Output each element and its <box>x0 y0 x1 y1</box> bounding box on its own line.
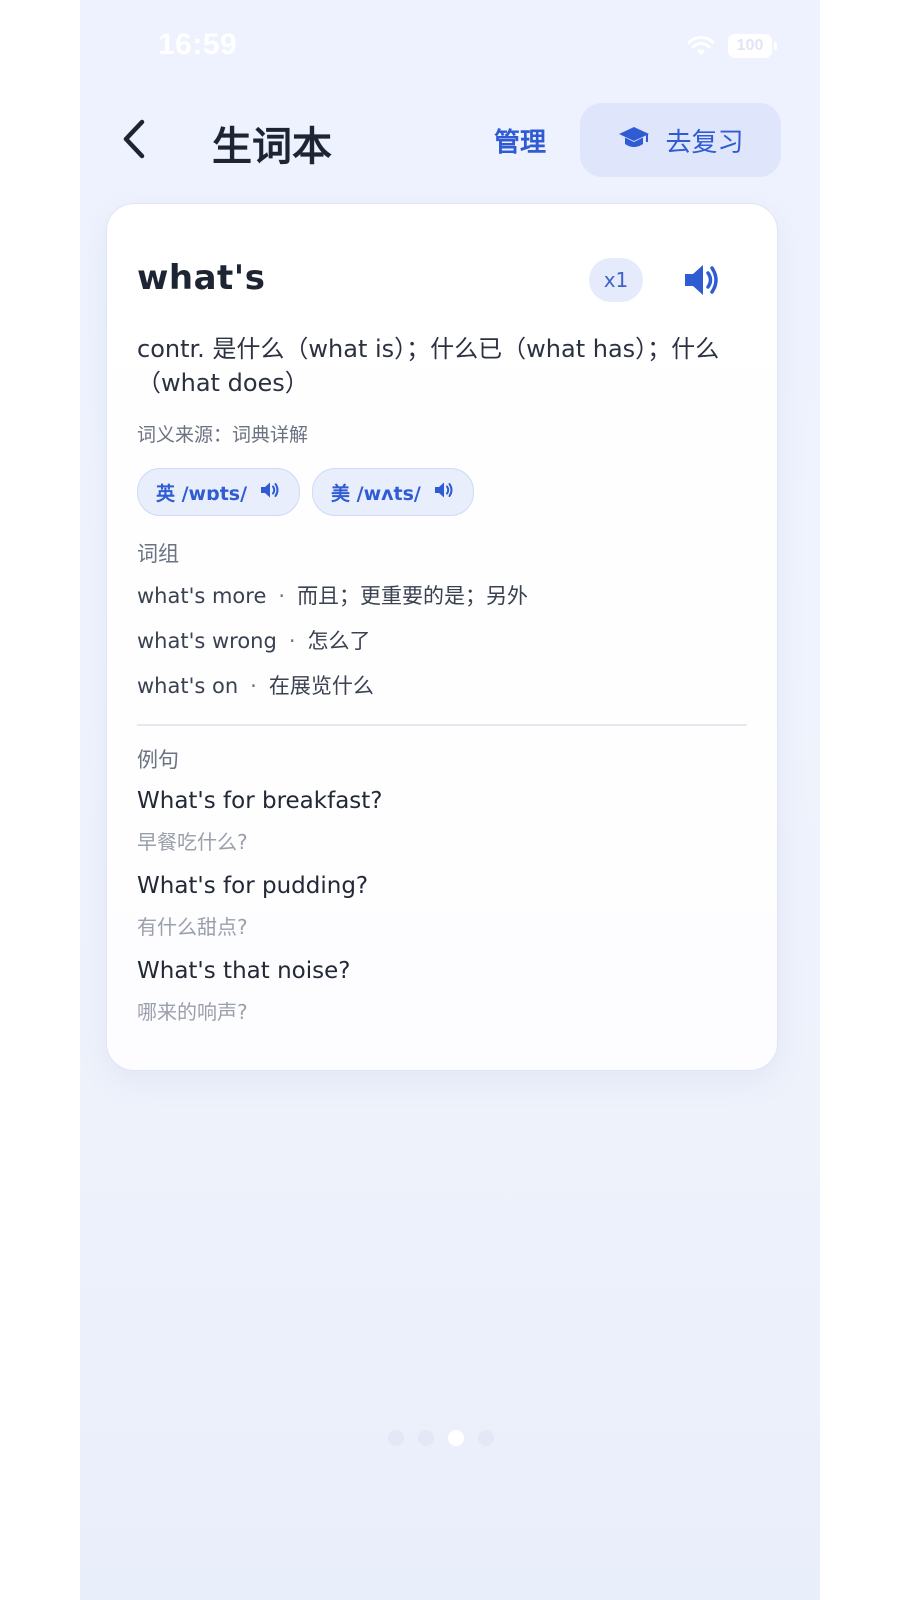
count-badge: x1 <box>589 258 643 302</box>
phonetics-row: 英 /wɒts/ 美 /wʌts/ <box>137 468 474 516</box>
phrase-en: what's more <box>137 584 267 608</box>
example-sentence-zh: 哪来的响声? <box>137 1000 248 1024</box>
word-card: what's x1 contr. 是什么（what is）；什么已（what h… <box>106 203 778 1071</box>
phonetic-uk-text: 英 /wɒts/ <box>156 482 248 505</box>
status-indicators: 100 <box>686 34 777 58</box>
page-dot[interactable] <box>418 1430 434 1446</box>
page-dot-active[interactable] <box>448 1430 464 1446</box>
phrase-item: what's on · 在展览什么 <box>137 670 374 700</box>
graduation-cap-icon <box>617 124 651 156</box>
phrase-separator: · <box>250 674 257 698</box>
wifi-icon <box>686 35 716 57</box>
example-sentence-zh: 有什么甜点? <box>137 915 248 939</box>
phonetic-us-button[interactable]: 美 /wʌts/ <box>312 468 474 516</box>
play-audio-button[interactable] <box>681 260 723 302</box>
phrase-separator: · <box>278 584 286 608</box>
example-sentence-en: What's for pudding? <box>137 873 369 899</box>
phrase-item: what's wrong · 怎么了 <box>137 625 371 655</box>
page-dot[interactable] <box>388 1430 404 1446</box>
example-sentence-en: What's that noise? <box>137 958 351 984</box>
speaker-icon <box>433 480 455 504</box>
phrase-en: what's wrong <box>137 629 277 653</box>
section-divider <box>137 724 747 726</box>
review-button[interactable]: 去复习 <box>580 103 781 177</box>
examples-label: 例句 <box>137 748 179 772</box>
phrase-item: what's more · 而且；更重要的是；另外 <box>137 580 528 610</box>
word-title: what's <box>137 258 266 298</box>
phrase-zh: 而且；更重要的是；另外 <box>297 584 529 608</box>
example-sentence-zh: 早餐吃什么? <box>137 830 248 854</box>
chevron-left-icon <box>120 118 148 164</box>
speaker-icon <box>681 265 721 304</box>
phrase-zh: 在展览什么 <box>268 674 374 698</box>
back-button[interactable] <box>114 116 154 166</box>
status-time: 16:59 <box>158 28 238 61</box>
definition-text: contr. 是什么（what is）；什么已（what has）；什么（wha… <box>137 335 720 397</box>
phrase-en: what's on <box>137 674 239 698</box>
phrases-label: 词组 <box>137 542 179 566</box>
phrase-zh: 怎么了 <box>307 629 371 653</box>
page-dot[interactable] <box>478 1430 494 1446</box>
definition-source: 词义来源：词典详解 <box>137 424 309 446</box>
app-screen: 16:59 100 生词本 管理 去复习 what's x1 contr. 是什… <box>80 0 820 1600</box>
manage-button[interactable]: 管理 <box>494 122 546 159</box>
phrase-separator: · <box>288 629 296 653</box>
page-title: 生词本 <box>212 124 332 170</box>
page-indicator <box>388 1430 494 1446</box>
speaker-icon <box>259 480 281 504</box>
phonetic-uk-button[interactable]: 英 /wɒts/ <box>137 468 301 516</box>
phonetic-us-text: 美 /wʌts/ <box>331 482 421 505</box>
review-button-label: 去复习 <box>665 127 744 158</box>
battery-icon: 100 <box>728 34 777 58</box>
example-sentence-en: What's for breakfast? <box>137 788 383 814</box>
